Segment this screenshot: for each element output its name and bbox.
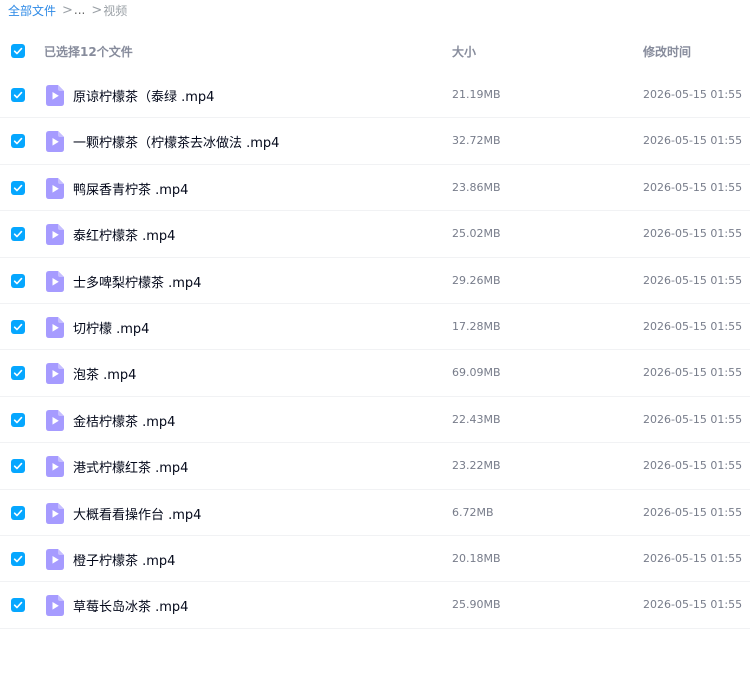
file-modified-time: 2026-05-15 01:55 bbox=[643, 319, 743, 333]
select-all-checkbox[interactable] bbox=[11, 44, 25, 58]
file-name[interactable]: 橙子柠檬茶 .mp4 bbox=[73, 550, 175, 569]
column-header-modified-time[interactable]: 修改时间 bbox=[643, 43, 691, 60]
file-checkbox[interactable] bbox=[11, 227, 25, 242]
checkmark-icon bbox=[13, 602, 23, 609]
file-name[interactable]: 切柠檬 .mp4 bbox=[73, 318, 149, 337]
video-file-icon bbox=[46, 363, 64, 388]
file-size: 25.02MB bbox=[452, 227, 501, 241]
file-size: 69.09MB bbox=[452, 366, 501, 380]
file-checkbox[interactable] bbox=[11, 319, 25, 334]
file-row[interactable]: 原谅柠檬茶（泰绿 .mp4 21.19MB 2026-05-15 01:55 bbox=[0, 72, 750, 119]
file-modified-time: 2026-05-15 01:55 bbox=[643, 412, 743, 426]
file-size: 25.90MB bbox=[452, 598, 501, 612]
checkmark-icon bbox=[13, 323, 23, 331]
checkmark-icon bbox=[13, 184, 23, 192]
breadcrumb-current: 视频 bbox=[103, 3, 128, 18]
file-modified-time: 2026-05-15 01:55 bbox=[643, 273, 743, 287]
video-file-icon bbox=[46, 595, 64, 620]
file-row[interactable]: 切柠檬 .mp4 17.28MB 2026-05-15 01:55 bbox=[0, 304, 750, 351]
file-modified-time: 2026-05-15 01:55 bbox=[643, 459, 743, 473]
file-row[interactable]: 鸭屎香青柠茶 .mp4 23.86MB 2026-05-15 01:55 bbox=[0, 165, 750, 212]
file-list-header: 已选择12个文件 大小 修改时间 bbox=[0, 30, 750, 72]
checkmark-icon bbox=[13, 509, 23, 516]
file-row[interactable]: 大概看看操作台 .mp4 6.72MB 2026-05-15 01:55 bbox=[0, 490, 750, 536]
file-name[interactable]: 草莓长岛冰茶 .mp4 bbox=[73, 596, 188, 615]
file-list: 原谅柠檬茶（泰绿 .mp4 21.19MB 2026-05-15 01:55 一… bbox=[0, 72, 750, 629]
file-size: 23.22MB bbox=[452, 459, 501, 473]
file-name[interactable]: 大概看看操作台 .mp4 bbox=[73, 504, 201, 523]
file-row[interactable]: 港式柠檬红茶 .mp4 23.22MB 2026-05-15 01:55 bbox=[0, 443, 750, 490]
checkmark-icon bbox=[13, 91, 23, 99]
checkmark-icon bbox=[13, 230, 23, 238]
checkmark-icon bbox=[13, 138, 23, 145]
video-file-icon bbox=[46, 456, 64, 481]
file-name[interactable]: 原谅柠檬茶（泰绿 .mp4 bbox=[73, 86, 214, 105]
file-name[interactable]: 港式柠檬红茶 .mp4 bbox=[73, 457, 188, 476]
file-size: 32.72MB bbox=[452, 134, 501, 148]
video-file-icon bbox=[46, 409, 64, 435]
checkmark-icon bbox=[13, 555, 23, 563]
file-size: 6.72MB bbox=[452, 505, 494, 519]
video-file-icon bbox=[46, 502, 64, 528]
file-checkbox[interactable] bbox=[11, 180, 25, 195]
file-name[interactable]: 金桔柠檬茶 .mp4 bbox=[73, 411, 175, 430]
file-name[interactable]: 鸭屎香青柠茶 .mp4 bbox=[73, 179, 188, 198]
file-size: 20.18MB bbox=[452, 551, 501, 565]
checkmark-icon bbox=[13, 416, 23, 424]
file-modified-time: 2026-05-15 01:55 bbox=[643, 134, 743, 148]
video-file-icon bbox=[46, 85, 64, 110]
video-file-icon bbox=[46, 131, 64, 156]
file-checkbox[interactable] bbox=[11, 505, 25, 520]
file-name[interactable]: 一颗柠檬茶（柠檬茶去冰做法 .mp4 bbox=[73, 132, 279, 151]
breadcrumb-root-link[interactable]: 全部文件 bbox=[8, 2, 56, 19]
checkmark-icon bbox=[13, 462, 23, 470]
video-file-icon bbox=[46, 316, 64, 342]
file-checkbox[interactable] bbox=[11, 366, 25, 381]
file-row[interactable]: 金桔柠檬茶 .mp4 22.43MB 2026-05-15 01:55 bbox=[0, 397, 750, 444]
file-checkbox[interactable] bbox=[11, 273, 25, 288]
checkmark-icon bbox=[13, 47, 23, 55]
file-name[interactable]: 泡茶 .mp4 bbox=[73, 364, 136, 383]
file-checkbox[interactable] bbox=[11, 459, 25, 474]
breadcrumb: 全部文件 > ... > 视频 bbox=[8, 2, 127, 18]
file-modified-time: 2026-05-15 01:55 bbox=[643, 598, 743, 612]
video-file-icon bbox=[46, 548, 64, 574]
file-modified-time: 2026-05-15 01:55 bbox=[643, 88, 743, 101]
breadcrumb-separator: > bbox=[91, 2, 103, 18]
video-file-icon bbox=[46, 270, 64, 296]
file-name[interactable]: 士多啤梨柠檬茶 .mp4 bbox=[73, 272, 201, 291]
file-row[interactable]: 士多啤梨柠檬茶 .mp4 29.26MB 2026-05-15 01:55 bbox=[0, 258, 750, 304]
file-size: 17.28MB bbox=[452, 319, 501, 333]
checkmark-icon bbox=[13, 370, 23, 377]
file-size: 22.43MB bbox=[452, 412, 501, 426]
file-row[interactable]: 泡茶 .mp4 69.09MB 2026-05-15 01:55 bbox=[0, 350, 750, 397]
file-name[interactable]: 泰红柠檬茶 .mp4 bbox=[73, 225, 175, 244]
breadcrumb-separator: > bbox=[62, 2, 73, 18]
file-row[interactable]: 橙子柠檬茶 .mp4 20.18MB 2026-05-15 01:55 bbox=[0, 536, 750, 583]
breadcrumb-ellipsis-link[interactable]: ... bbox=[74, 3, 85, 17]
file-modified-time: 2026-05-15 01:55 bbox=[643, 505, 743, 519]
file-checkbox[interactable] bbox=[11, 551, 25, 566]
file-checkbox[interactable] bbox=[11, 88, 25, 102]
file-modified-time: 2026-05-15 01:55 bbox=[643, 366, 743, 380]
file-row[interactable]: 一颗柠檬茶（柠檬茶去冰做法 .mp4 32.72MB 2026-05-15 01… bbox=[0, 118, 750, 165]
file-modified-time: 2026-05-15 01:55 bbox=[643, 551, 743, 565]
file-row[interactable]: 草莓长岛冰茶 .mp4 25.90MB 2026-05-15 01:55 bbox=[0, 582, 750, 629]
video-file-icon bbox=[46, 224, 64, 249]
file-checkbox[interactable] bbox=[11, 412, 25, 427]
file-size: 29.26MB bbox=[452, 273, 501, 287]
file-modified-time: 2026-05-15 01:55 bbox=[643, 180, 743, 194]
file-size: 21.19MB bbox=[452, 88, 501, 101]
column-header-size[interactable]: 大小 bbox=[452, 43, 476, 60]
file-checkbox[interactable] bbox=[11, 598, 25, 613]
file-modified-time: 2026-05-15 01:55 bbox=[643, 227, 743, 241]
video-file-icon bbox=[46, 177, 64, 203]
file-row[interactable]: 泰红柠檬茶 .mp4 25.02MB 2026-05-15 01:55 bbox=[0, 211, 750, 258]
file-checkbox[interactable] bbox=[11, 134, 25, 149]
checkmark-icon bbox=[13, 277, 23, 284]
selected-count-label: 已选择12个文件 bbox=[44, 45, 133, 59]
file-size: 23.86MB bbox=[452, 180, 501, 194]
